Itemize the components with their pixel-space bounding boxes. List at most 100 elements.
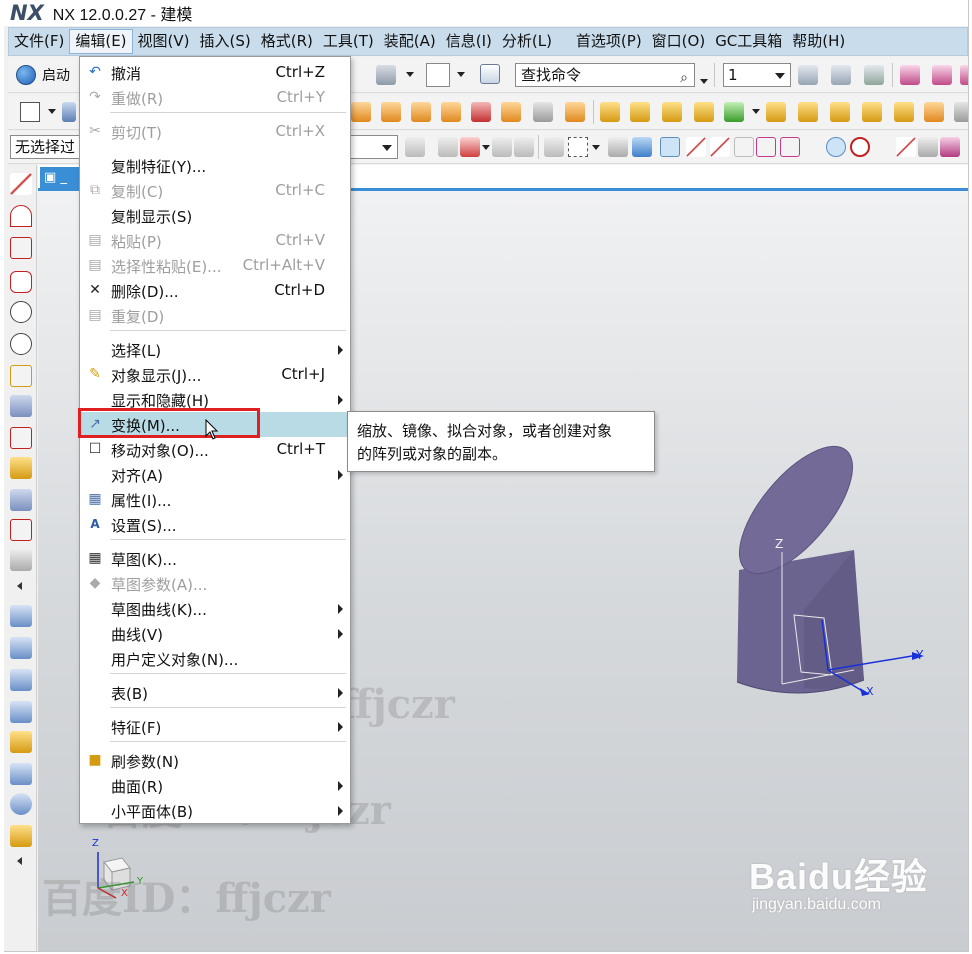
select-feature-icon[interactable] bbox=[492, 137, 512, 157]
ellipse-icon[interactable] bbox=[10, 333, 32, 355]
menu-item-surface[interactable]: 曲面(R) bbox=[80, 773, 350, 798]
menu-preferences[interactable]: 首选项(P) bbox=[571, 29, 647, 54]
snap-center-icon[interactable] bbox=[826, 137, 846, 157]
menu-item-sketch[interactable]: ▦ 草图(K)... bbox=[80, 546, 350, 571]
csys-icon[interactable] bbox=[960, 65, 968, 85]
thread-icon[interactable] bbox=[533, 102, 553, 122]
snap-existing-point-icon[interactable] bbox=[874, 137, 894, 157]
snap-point-icon[interactable] bbox=[438, 137, 458, 157]
menu-format[interactable]: 格式(R) bbox=[256, 29, 318, 54]
ruled-surface-icon[interactable] bbox=[10, 637, 32, 659]
menu-item-select[interactable]: 选择(L) bbox=[80, 337, 350, 362]
selection-scope-icon[interactable] bbox=[405, 137, 425, 157]
menu-item-redo[interactable]: ↷ 重做(R) Ctrl+Y bbox=[80, 85, 350, 110]
snap-tangent-icon[interactable] bbox=[804, 137, 824, 157]
menu-item-cut[interactable]: ✂ 剪切(T) Ctrl+X bbox=[80, 119, 350, 144]
command-finder-input[interactable]: 查找命令 ⌕ bbox=[515, 63, 695, 87]
select-solid-icon[interactable] bbox=[608, 137, 628, 157]
project-curve-icon[interactable] bbox=[10, 457, 32, 479]
n-sided-surface-icon[interactable] bbox=[10, 763, 32, 785]
menu-information[interactable]: 信息(I) bbox=[441, 29, 497, 54]
hole-icon[interactable] bbox=[471, 102, 491, 122]
line-icon[interactable] bbox=[10, 173, 32, 195]
hexagon-icon[interactable] bbox=[10, 301, 32, 323]
edge-blend-icon[interactable] bbox=[830, 102, 850, 122]
menu-item-table[interactable]: 表(B) bbox=[80, 680, 350, 705]
offset-curve-icon[interactable] bbox=[10, 395, 32, 417]
menu-gc-toolbox[interactable]: GC工具箱 bbox=[710, 29, 787, 54]
menu-item-sketch-params[interactable]: ◆ 草图参数(A)... bbox=[80, 571, 350, 596]
new-sketch-icon[interactable] bbox=[20, 102, 40, 122]
layer-copy-icon[interactable] bbox=[831, 65, 851, 85]
menu-tools[interactable]: 工具(T) bbox=[318, 29, 379, 54]
model-solid[interactable] bbox=[704, 430, 944, 710]
section-curve-icon[interactable] bbox=[10, 519, 32, 541]
menu-item-sketch-curve[interactable]: 草图曲线(K)... bbox=[80, 596, 350, 621]
combine-icon[interactable] bbox=[694, 102, 714, 122]
trim-body-icon[interactable] bbox=[766, 102, 786, 122]
menu-item-settings[interactable]: A 设置(S)... bbox=[80, 512, 350, 537]
start-button[interactable]: 启动 bbox=[16, 65, 70, 85]
snap-quadrant-icon[interactable] bbox=[850, 137, 870, 157]
snap-spline-icon[interactable] bbox=[780, 137, 800, 157]
polygon-icon[interactable] bbox=[10, 271, 32, 293]
menu-help[interactable]: 帮助(H) bbox=[787, 29, 850, 54]
menu-item-repeat[interactable]: ▤ 重复(D) bbox=[80, 303, 350, 328]
select-by-type-icon[interactable] bbox=[460, 137, 480, 157]
menu-item-facet-body[interactable]: 小平面体(B) bbox=[80, 798, 350, 823]
sweep-along-guide-icon[interactable] bbox=[10, 825, 32, 847]
datum-icon[interactable] bbox=[932, 65, 952, 85]
menu-item-brush-params[interactable]: ■ 刷参数(N) bbox=[80, 748, 350, 773]
snap-on-face-icon[interactable] bbox=[918, 137, 938, 157]
menu-insert[interactable]: 插入(S) bbox=[195, 29, 256, 54]
through-mesh-icon[interactable] bbox=[10, 701, 32, 723]
menu-item-object-display[interactable]: ✎ 对象显示(J)... Ctrl+J bbox=[80, 362, 350, 387]
menu-item-copy-feature[interactable]: 复制特征(Y)... bbox=[80, 153, 350, 178]
snap-control-icon[interactable] bbox=[710, 137, 730, 157]
draft-icon[interactable] bbox=[924, 102, 944, 122]
shell-icon[interactable] bbox=[894, 102, 914, 122]
split-body-icon[interactable] bbox=[798, 102, 818, 122]
isoparametric-icon[interactable] bbox=[10, 549, 32, 571]
snap-intersection-icon[interactable] bbox=[734, 137, 754, 157]
bridge-curve-icon[interactable] bbox=[10, 427, 32, 449]
menu-item-undo[interactable]: ↶ 撤消 Ctrl+Z bbox=[80, 60, 350, 85]
swept-icon[interactable] bbox=[10, 731, 32, 753]
menu-item-curve[interactable]: 曲线(V) bbox=[80, 621, 350, 646]
menu-item-copy[interactable]: ⧉ 复制(C) Ctrl+C bbox=[80, 178, 350, 203]
through-curves-icon[interactable] bbox=[10, 669, 32, 691]
select-intent-icon[interactable] bbox=[544, 137, 564, 157]
layer-visible-icon[interactable] bbox=[864, 65, 884, 85]
arc-icon[interactable] bbox=[10, 205, 32, 227]
menu-item-align[interactable]: 对齐(A) bbox=[80, 462, 350, 487]
pattern-feature-icon[interactable] bbox=[662, 102, 682, 122]
work-layer-select[interactable]: 1 bbox=[723, 63, 791, 87]
menu-file[interactable]: 文件(F) bbox=[9, 29, 69, 54]
spline-icon[interactable] bbox=[10, 237, 32, 259]
boss-icon[interactable] bbox=[501, 102, 521, 122]
menu-item-paste-special[interactable]: ▤ 选择性粘贴(E)... Ctrl+Alt+V bbox=[80, 253, 350, 278]
menu-item-copy-display[interactable]: 复制显示(S) bbox=[80, 203, 350, 228]
palette-collapse-icon[interactable] bbox=[16, 578, 24, 590]
menu-item-user-defined-object[interactable]: 用户定义对象(N)... bbox=[80, 646, 350, 671]
menu-view[interactable]: 视图(V) bbox=[133, 29, 195, 54]
block-icon[interactable] bbox=[351, 102, 371, 122]
menu-item-delete[interactable]: ✕ 删除(D)... Ctrl+D bbox=[80, 278, 350, 303]
menu-item-properties[interactable]: ▦ 属性(I)... bbox=[80, 487, 350, 512]
color-swatch-icon[interactable] bbox=[426, 63, 450, 87]
intersect-curve-icon[interactable] bbox=[10, 489, 32, 511]
pad-icon[interactable] bbox=[565, 102, 585, 122]
document-tab[interactable]: ▣ _ bbox=[40, 167, 80, 189]
surface-grid-icon[interactable] bbox=[10, 605, 32, 627]
select-face-icon[interactable] bbox=[632, 137, 652, 157]
select-body-icon[interactable] bbox=[514, 137, 534, 157]
chamfer-icon[interactable] bbox=[862, 102, 882, 122]
snap-on-curve-icon[interactable] bbox=[896, 137, 916, 157]
cylinder-icon[interactable] bbox=[381, 102, 401, 122]
rectangle-select-icon[interactable] bbox=[568, 137, 588, 157]
tube-icon[interactable] bbox=[10, 793, 32, 815]
menu-window[interactable]: 窗口(O) bbox=[647, 29, 711, 54]
pattern-icon[interactable] bbox=[630, 102, 650, 122]
unite-icon[interactable] bbox=[724, 102, 744, 122]
menu-item-feature[interactable]: 特征(F) bbox=[80, 714, 350, 739]
